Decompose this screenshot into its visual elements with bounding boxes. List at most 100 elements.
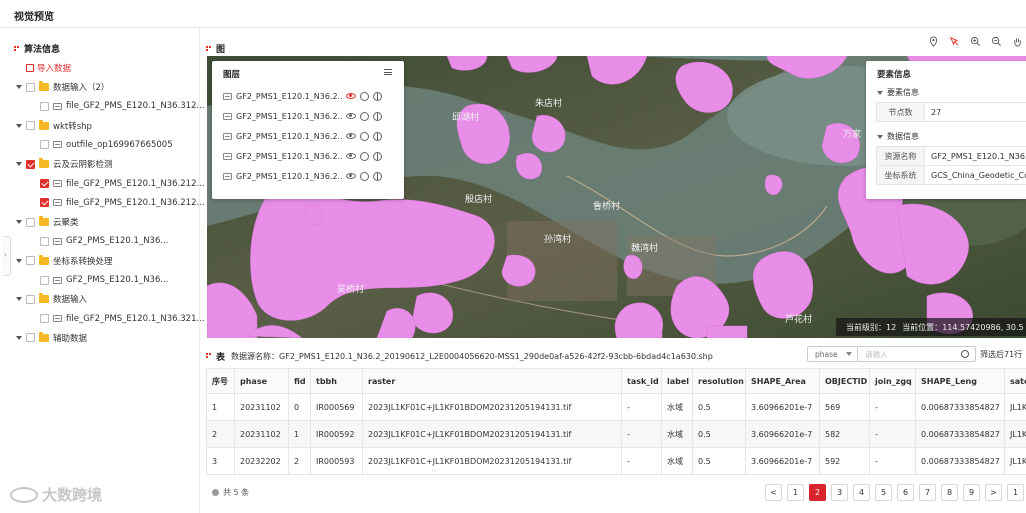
chevron-down-icon[interactable] — [16, 297, 22, 302]
search-input[interactable]: 请输入 — [858, 346, 976, 362]
tree-file[interactable]: file_GF2_PMS_E120.1_N36.321... — [40, 310, 205, 328]
chevron-down-icon[interactable] — [16, 220, 22, 225]
page-button[interactable]: 2 — [809, 484, 826, 501]
search-icon[interactable] — [961, 350, 969, 358]
zoom-to-layer-icon[interactable] — [360, 131, 369, 141]
tree-folder[interactable]: wkt转shp — [16, 117, 92, 135]
eye-icon[interactable] — [346, 113, 356, 119]
eye-icon[interactable] — [346, 93, 356, 99]
prev-page-button[interactable]: < — [765, 484, 782, 501]
globe-icon[interactable] — [373, 131, 382, 141]
column-header[interactable]: label — [661, 368, 693, 394]
column-header[interactable]: OBJECTID — [819, 368, 870, 394]
eye-icon[interactable] — [346, 173, 356, 179]
table-cell: 水域 — [661, 420, 693, 448]
column-header[interactable]: SHAPE_Leng — [915, 368, 1005, 394]
tree-checkbox[interactable] — [26, 159, 35, 169]
column-header[interactable]: tbbh — [310, 368, 363, 394]
chevron-down-icon[interactable] — [16, 85, 22, 89]
page-button[interactable]: 1 — [787, 484, 804, 501]
column-header[interactable]: resolution — [692, 368, 746, 394]
tree-checkbox[interactable] — [26, 121, 35, 131]
tree-folder[interactable]: 辅助数据 — [16, 329, 87, 347]
page-button[interactable]: 3 — [831, 484, 848, 501]
tree-checkbox[interactable] — [40, 198, 49, 208]
tree-file[interactable]: GF2_PMS_E120.1_N36... — [40, 232, 168, 250]
tree-file[interactable]: file_GF2_PMS_E120.1_N36.212... — [40, 194, 205, 212]
tree-checkbox[interactable] — [26, 256, 35, 266]
pointer-select-icon[interactable] — [949, 36, 960, 47]
column-header[interactable]: task_id — [621, 368, 662, 394]
column-header[interactable]: SHAPE_Area — [745, 368, 820, 394]
tree-file[interactable]: file_GF2_PMS_E120.1_N36.312... — [40, 97, 205, 115]
column-header[interactable]: join_zgq — [869, 368, 916, 394]
tree-file[interactable]: outfile_op169967665005 — [40, 136, 173, 154]
layer-item[interactable]: GF2_PMS1_E120.1_N36.2... — [223, 149, 382, 163]
tree-folder[interactable]: 坐标系转换处理 — [16, 252, 113, 270]
tree-checkbox[interactable] — [26, 333, 35, 343]
globe-icon[interactable] — [373, 91, 382, 101]
layer-item[interactable]: GF2_PMS1_E120.1_N36.2... — [223, 169, 382, 183]
zoom-to-layer-icon[interactable] — [360, 111, 369, 121]
tree-checkbox[interactable] — [40, 101, 49, 111]
chevron-down-icon[interactable] — [16, 162, 22, 167]
collapse-sidebar-handle[interactable]: › — [3, 236, 11, 276]
menu-icon[interactable] — [384, 69, 392, 75]
globe-icon[interactable] — [373, 151, 382, 161]
filter-field-select[interactable]: phase — [807, 346, 858, 362]
column-header[interactable]: raster — [362, 368, 622, 394]
page-button[interactable]: 8 — [941, 484, 958, 501]
column-header[interactable]: fid — [288, 368, 311, 394]
tree-checkbox[interactable] — [26, 294, 35, 304]
table-row[interactable]: 2 20231102 1 IR000592 2023JL1KF01C+JL1KF01BD… — [206, 420, 1026, 448]
column-header[interactable]: sate — [1004, 368, 1026, 394]
tree-file[interactable]: file_GF2_PMS_E120.1_N36.212... — [40, 175, 205, 193]
globe-icon[interactable] — [373, 111, 382, 121]
page-button[interactable]: 7 — [919, 484, 936, 501]
globe-icon[interactable] — [373, 171, 382, 181]
layer-item[interactable]: GF2_PMS1_E120.1_N36.2... — [223, 89, 382, 103]
tree-checkbox[interactable] — [40, 314, 49, 324]
tree-folder[interactable]: 云及云阴影检测 — [16, 155, 113, 173]
layer-item[interactable]: GF2_PMS1_E120.1_N36.2... — [223, 109, 382, 123]
chevron-down-icon[interactable] — [16, 123, 22, 128]
zoom-to-layer-icon[interactable] — [360, 151, 369, 161]
zoom-to-layer-icon[interactable] — [360, 171, 369, 181]
tree-checkbox[interactable] — [40, 275, 49, 285]
page-button[interactable]: 9 — [963, 484, 980, 501]
tree-item-label: outfile_op169967665005 — [66, 139, 173, 150]
table-row[interactable]: 1 20231102 0 IR000569 2023JL1KF01C+JL1KF01BD… — [206, 393, 1026, 421]
data-info-section[interactable]: 数据信息 — [877, 131, 919, 142]
layer-item[interactable]: GF2_PMS1_E120.1_N36.2... — [223, 129, 382, 143]
tree-file[interactable]: GF2_PMS_E120.1_N36... — [40, 271, 168, 289]
eye-icon[interactable] — [346, 133, 356, 139]
page-button[interactable]: 6 — [897, 484, 914, 501]
import-data-button[interactable]: 导入数据 — [26, 62, 71, 74]
page-button[interactable]: 4 — [853, 484, 870, 501]
table-row[interactable]: 3 20232202 2 IR000593 2023JL1KF01C+JL1KF01BD… — [206, 447, 1026, 475]
location-pin-icon[interactable] — [928, 36, 939, 47]
tree-checkbox[interactable] — [40, 179, 49, 188]
tree-checkbox[interactable] — [26, 82, 35, 92]
position-readout: 当前位置：114.57420986, 30.5 — [902, 322, 1023, 333]
hand-pan-icon[interactable] — [1012, 36, 1023, 47]
tree-folder[interactable]: 云聚类 — [16, 213, 79, 231]
tree-checkbox[interactable] — [40, 236, 49, 246]
tree-checkbox[interactable] — [26, 217, 35, 227]
chevron-down-icon[interactable] — [16, 335, 22, 340]
next-page-button[interactable]: > — [985, 484, 1002, 501]
chevron-down-icon[interactable] — [16, 258, 22, 263]
tree-checkbox[interactable] — [40, 140, 49, 150]
tree-folder[interactable]: 数据输入 — [16, 290, 87, 308]
zoom-out-icon[interactable] — [991, 36, 1002, 47]
chevron-right-icon: › — [4, 251, 7, 259]
element-info-section[interactable]: 要素信息 — [877, 87, 919, 98]
page-button[interactable]: 5 — [875, 484, 892, 501]
zoom-to-layer-icon[interactable] — [360, 91, 369, 101]
eye-icon[interactable] — [346, 153, 356, 159]
zoom-in-icon[interactable] — [970, 36, 981, 47]
page-button[interactable]: 1 — [1007, 484, 1024, 501]
column-header[interactable]: phase — [234, 368, 289, 394]
tree-folder[interactable]: 数据输入（2） — [16, 78, 109, 96]
column-header[interactable]: 序号 — [206, 368, 235, 394]
